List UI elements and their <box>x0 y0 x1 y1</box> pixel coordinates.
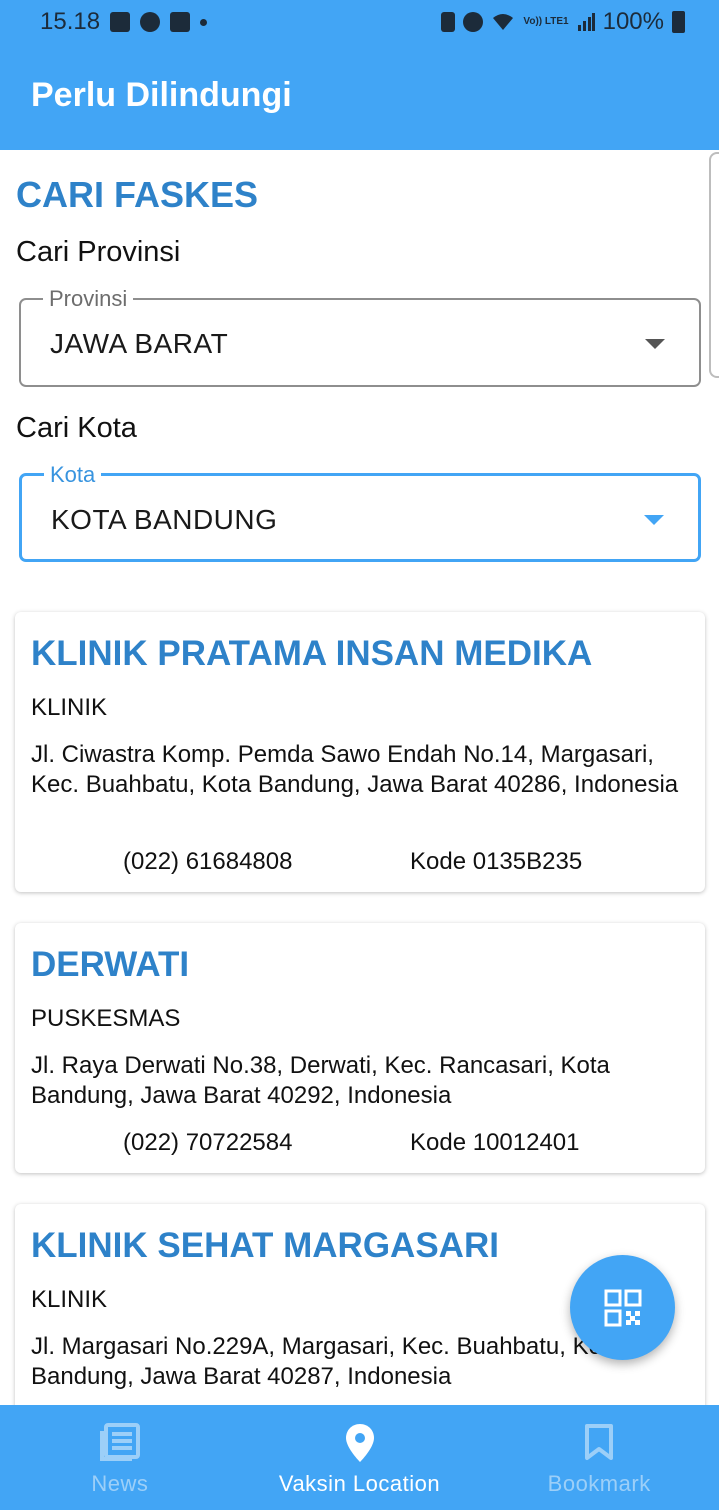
nav-label: Bookmark <box>547 1471 651 1496</box>
faskes-card[interactable]: DERWATI PUSKESMAS Jl. Raya Derwati No.38… <box>15 923 705 1173</box>
app-title: Perlu Dilindungi <box>31 76 292 114</box>
status-bar: 15.18 Vo)) LTE1 100% <box>0 0 719 46</box>
faskes-name: DERWATI <box>31 945 190 984</box>
status-time: 15.18 <box>40 8 101 35</box>
notification-app-icon <box>140 12 161 32</box>
faskes-name: KLINIK PRATAMA INSAN MEDIKA <box>31 634 593 673</box>
status-bar-left: 15.18 <box>40 8 208 36</box>
app-screen: 15.18 Vo)) LTE1 100% Perlu Dilindungi CA… <box>0 0 719 1510</box>
city-select-value: KOTA BANDUNG <box>51 504 278 535</box>
bookmark-icon <box>585 1424 614 1460</box>
faskes-name: KLINIK SEHAT MARGASARI <box>31 1226 499 1265</box>
faskes-address: Jl. Raya Derwati No.38, Derwati, Kec. Ra… <box>31 1052 610 1109</box>
city-select-legend: Kota <box>44 462 102 488</box>
province-select-legend: Provinsi <box>43 286 134 312</box>
nav-label: News <box>91 1471 149 1496</box>
volte-icon: Vo)) LTE1 <box>523 16 569 27</box>
battery-percent: 100% <box>602 8 664 35</box>
scroll-indicator <box>709 152 719 378</box>
nav-item-bookmark[interactable]: Bookmark <box>479 1405 719 1510</box>
faskes-phone[interactable]: (022) 61684808 <box>123 848 292 876</box>
gallery-icon <box>110 12 131 32</box>
battery-icon <box>672 11 685 33</box>
nav-label: Vaksin Location <box>278 1471 441 1496</box>
faskes-type: KLINIK <box>31 1286 108 1313</box>
province-label: Cari Provinsi <box>16 236 181 268</box>
faskes-code: Kode 10012401 <box>410 1129 580 1156</box>
bottom-navigation: News Vaksin Location Bookmark <box>0 1405 719 1510</box>
faskes-card[interactable]: KLINIK PRATAMA INSAN MEDIKA KLINIK Jl. C… <box>15 612 705 892</box>
city-select[interactable]: Kota KOTA BANDUNG <box>19 462 701 562</box>
city-label: Cari Kota <box>16 412 137 444</box>
province-select[interactable]: Provinsi JAWA BARAT <box>19 286 701 387</box>
alarm-icon <box>463 12 484 32</box>
location-pin-icon <box>345 1424 374 1462</box>
app-bar: Perlu Dilindungi <box>0 46 719 150</box>
teams-icon <box>170 12 191 32</box>
faskes-type: PUSKESMAS <box>31 1005 181 1032</box>
qr-scan-button[interactable] <box>570 1255 675 1360</box>
chevron-down-icon <box>645 339 665 349</box>
qr-code-icon <box>604 1289 641 1326</box>
wifi-icon <box>493 14 514 30</box>
dot-icon <box>200 18 208 26</box>
faskes-type: KLINIK <box>31 694 108 721</box>
faskes-code: Kode 0135B235 <box>410 848 583 875</box>
faskes-address: Jl. Ciwastra Komp. Pemda Sawo Endah No.1… <box>31 741 679 798</box>
province-select-value: JAWA BARAT <box>50 328 229 359</box>
news-icon <box>99 1423 140 1461</box>
nav-item-news[interactable]: News <box>0 1405 240 1510</box>
main-content[interactable]: CARI FASKES Cari Provinsi Provinsi JAWA … <box>0 150 719 1405</box>
signal-icon <box>577 13 595 31</box>
chevron-down-icon <box>644 515 664 525</box>
status-bar-right: Vo)) LTE1 100% <box>441 8 685 36</box>
faskes-phone[interactable]: (022) 70722584 <box>123 1129 292 1157</box>
nav-item-vaksin-location[interactable]: Vaksin Location <box>240 1405 480 1510</box>
page-title: CARI FASKES <box>16 174 259 215</box>
lock-icon <box>441 12 456 32</box>
